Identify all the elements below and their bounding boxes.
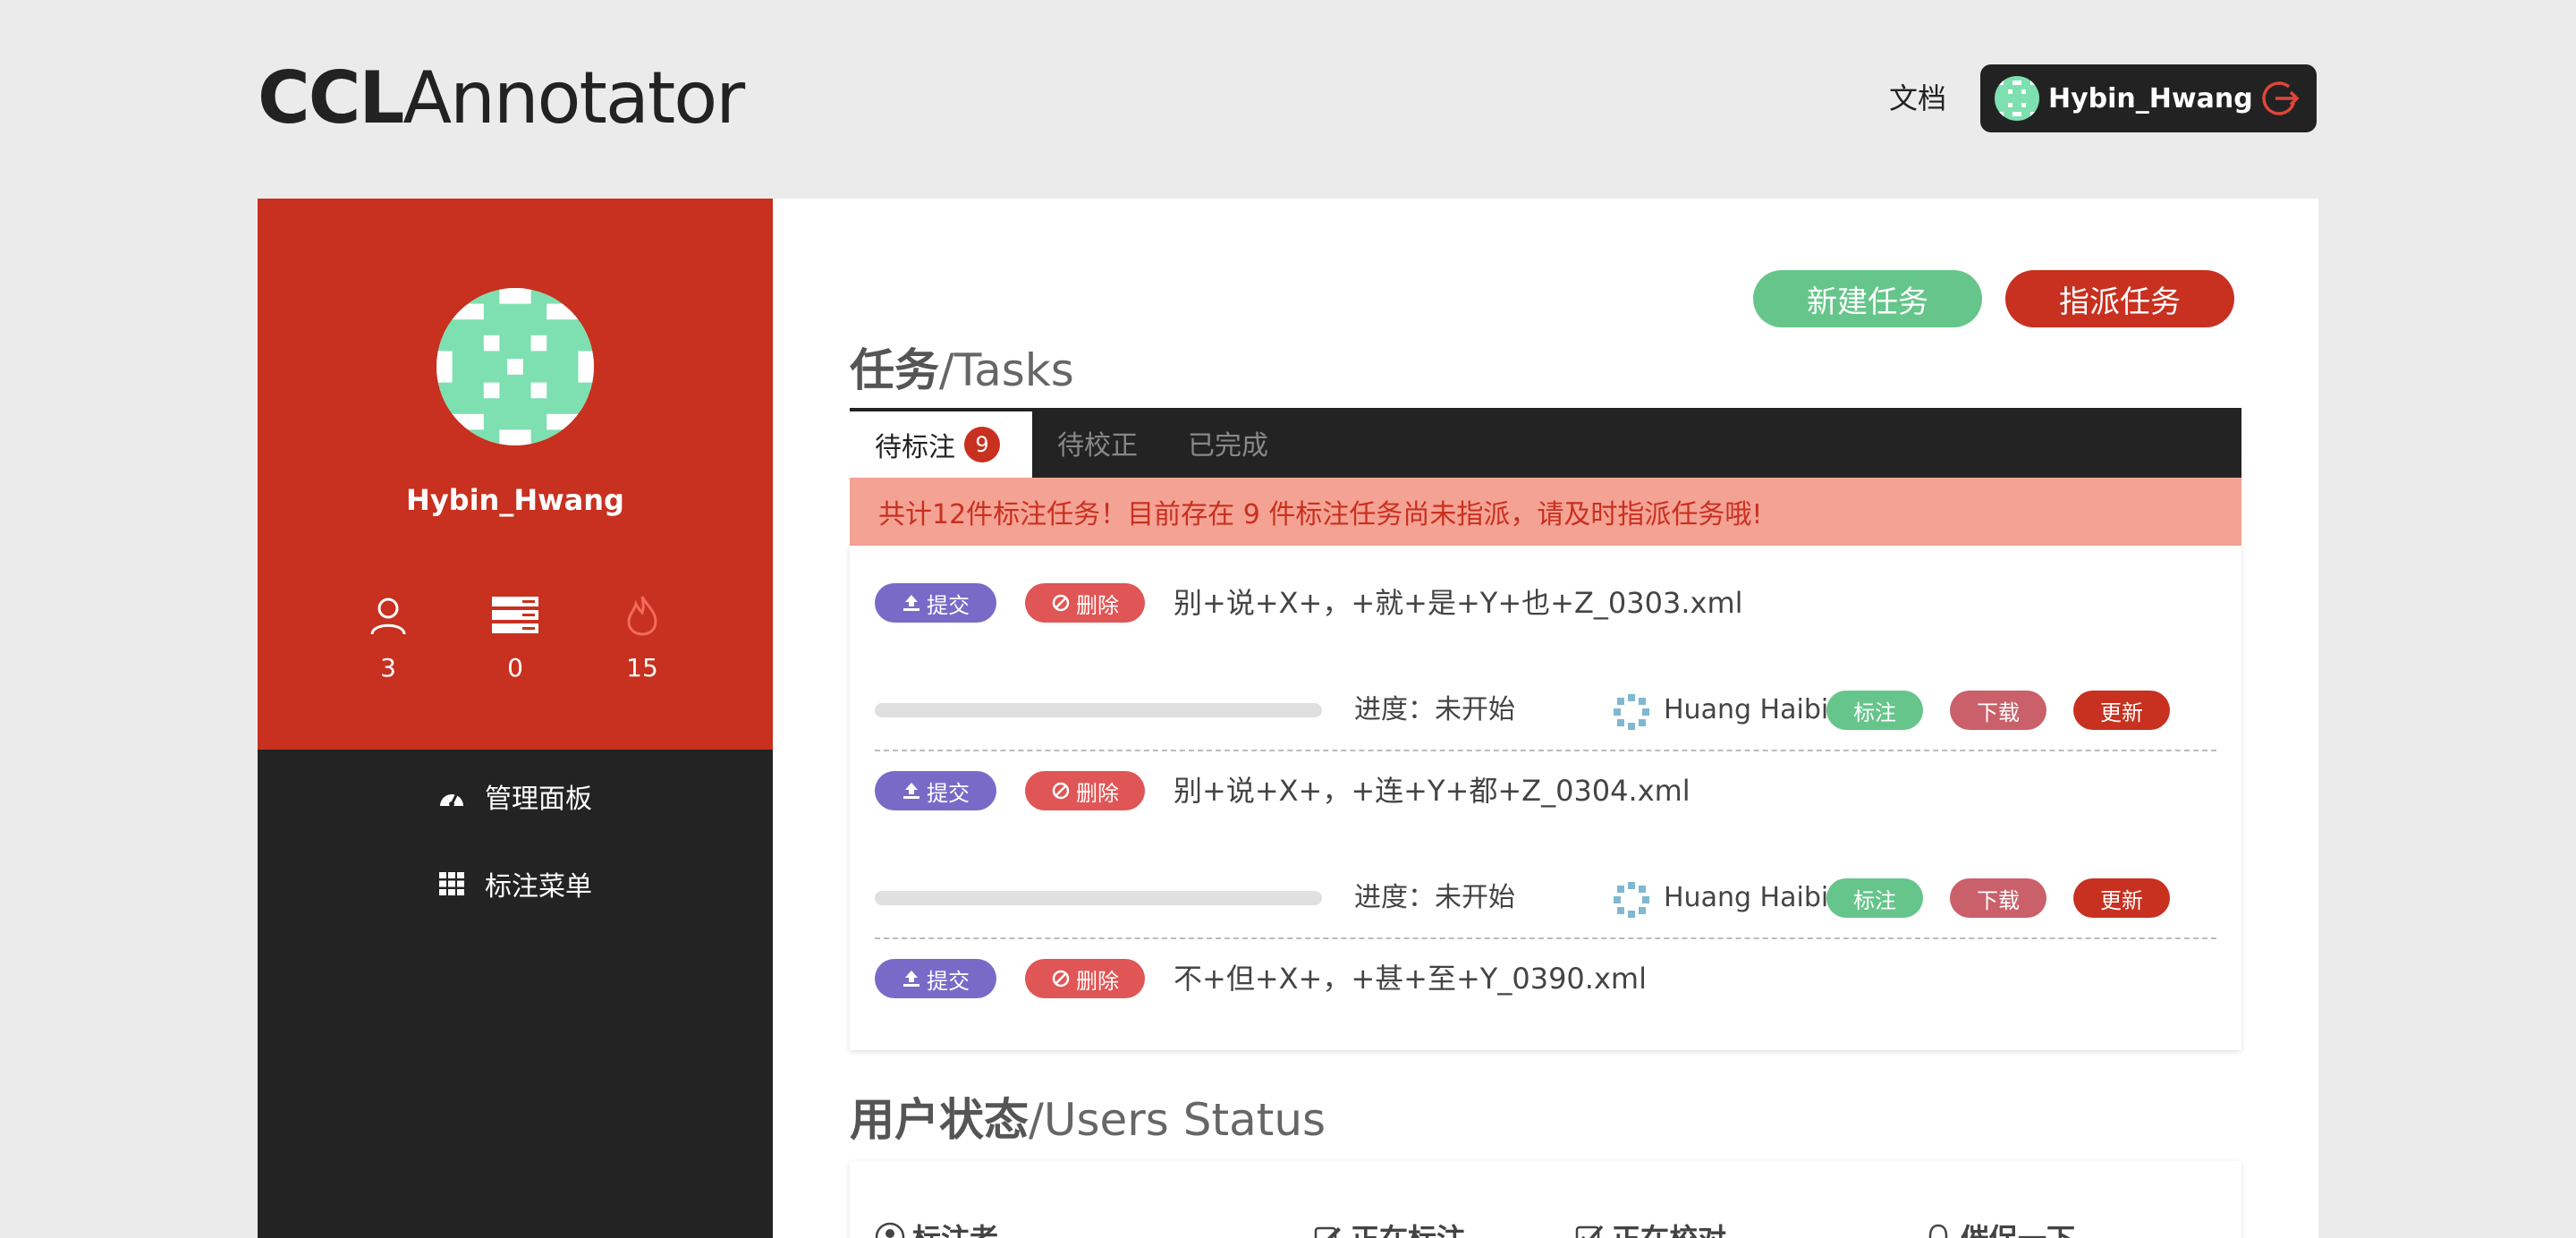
users-title-cn: 用户状态 bbox=[850, 1094, 1029, 1146]
progress-bar bbox=[875, 891, 1322, 905]
bell-icon bbox=[1928, 1224, 1948, 1238]
column-header-remind: 催促一下 bbox=[1923, 1217, 2075, 1238]
docs-link[interactable]: 文档 bbox=[1889, 79, 1946, 118]
task-file-name: 别+说+X+，+就+是+Y+也+Z_0303.xml bbox=[1174, 586, 1743, 620]
upload-icon bbox=[903, 595, 919, 611]
sidebar-item-dashboard[interactable]: 管理面板 bbox=[258, 776, 773, 816]
profile-card: Hybin_Hwang 3 0 15 bbox=[258, 199, 773, 750]
task-file-name: 不+但+X+，+甚+至+Y_0390.xml bbox=[1174, 962, 1647, 996]
app-logo[interactable]: CCLAnnotator bbox=[258, 54, 745, 143]
update-button[interactable]: 更新 bbox=[2073, 878, 2170, 918]
delete-label: 删除 bbox=[1076, 592, 1119, 618]
sidebar-item-label: 管理面板 bbox=[485, 784, 592, 815]
avatar bbox=[436, 288, 594, 445]
tab-label: 待标注 bbox=[875, 432, 955, 463]
progress-status: 进度：未开始 bbox=[1354, 882, 1515, 913]
submit-button[interactable]: 提交 bbox=[875, 959, 996, 998]
stat-value: 0 bbox=[507, 653, 523, 683]
user-name: Hybin_Hwang bbox=[2048, 82, 2253, 114]
column-header-reviewing: 正在校对 bbox=[1574, 1217, 1726, 1238]
tasks-title-cn: 任务 bbox=[850, 344, 939, 396]
dashboard-icon bbox=[438, 783, 465, 810]
column-header-annotator: 标注者 bbox=[875, 1217, 998, 1238]
submit-label: 提交 bbox=[927, 592, 970, 618]
main-panel: 新建任务 指派任务 任务/Tasks 待标注 9 待校正 已完成 共计12件标注… bbox=[773, 199, 2318, 1238]
update-button[interactable]: 更新 bbox=[2073, 691, 2170, 730]
delete-button[interactable]: 删除 bbox=[1025, 583, 1145, 623]
users-status-table: 标注者 正在标注 正在校对 催促一下 bbox=[850, 1161, 2241, 1238]
delete-label: 删除 bbox=[1076, 968, 1119, 994]
annotate-button[interactable]: 标注 bbox=[1826, 878, 1923, 918]
annotate-button[interactable]: 标注 bbox=[1826, 691, 1923, 730]
user-circle-icon bbox=[875, 1222, 905, 1238]
logout-icon[interactable] bbox=[2259, 77, 2302, 120]
submit-label: 提交 bbox=[927, 780, 970, 806]
column-header-label: 标注者 bbox=[912, 1217, 998, 1238]
divider bbox=[875, 750, 2216, 751]
delete-button[interactable]: 删除 bbox=[1025, 771, 1145, 810]
stat-servers: 0 bbox=[462, 590, 569, 683]
download-button[interactable]: 下载 bbox=[1950, 878, 2046, 918]
user-icon bbox=[335, 590, 442, 640]
task-list: 提交 删除 别+说+X+，+就+是+Y+也+Z_0303.xml 进度：未开始 … bbox=[850, 546, 2241, 1050]
assignee-name: Huang Haibin bbox=[1664, 882, 1846, 913]
submit-label: 提交 bbox=[927, 968, 970, 994]
sidebar-item-label: 标注菜单 bbox=[485, 871, 592, 903]
brand-light: Annotator bbox=[402, 56, 745, 140]
delete-label: 删除 bbox=[1076, 780, 1119, 806]
brand-bold: CCL bbox=[258, 56, 404, 140]
grid-icon bbox=[438, 870, 465, 897]
assignee-avatar-icon bbox=[1614, 882, 1649, 918]
user-menu[interactable]: Hybin_Hwang bbox=[1980, 64, 2317, 132]
assignee-avatar-icon bbox=[1614, 694, 1649, 730]
count-badge: 9 bbox=[964, 427, 1000, 462]
task-tabs: 待标注 9 待校正 已完成 bbox=[850, 408, 2241, 478]
progress-status: 进度：未开始 bbox=[1354, 694, 1515, 725]
delete-button[interactable]: 删除 bbox=[1025, 959, 1145, 998]
sidebar-nav: 管理面板 标注菜单 bbox=[258, 750, 773, 1238]
new-task-button[interactable]: 新建任务 bbox=[1753, 270, 1982, 327]
column-header-label: 正在校对 bbox=[1612, 1217, 1726, 1238]
download-button[interactable]: 下载 bbox=[1950, 691, 2046, 730]
ban-icon bbox=[1052, 970, 1070, 988]
fire-icon bbox=[589, 590, 696, 640]
submit-button[interactable]: 提交 bbox=[875, 583, 996, 623]
column-header-label: 正在标注 bbox=[1351, 1217, 1465, 1238]
ban-icon bbox=[1052, 782, 1070, 800]
tasks-title-en: /Tasks bbox=[939, 344, 1074, 396]
stat-activity: 15 bbox=[589, 590, 696, 683]
tab-completed[interactable]: 已完成 bbox=[1163, 408, 1293, 478]
stat-value: 15 bbox=[626, 653, 658, 683]
column-header-label: 催促一下 bbox=[1961, 1217, 2075, 1238]
users-status-title: 用户状态/Users Status bbox=[850, 1084, 1326, 1149]
task-file-name: 别+说+X+，+连+Y+都+Z_0304.xml bbox=[1174, 774, 1690, 808]
stat-value: 3 bbox=[380, 653, 396, 683]
tasks-title: 任务/Tasks bbox=[850, 335, 1074, 399]
progress-bar bbox=[875, 703, 1322, 717]
ban-icon bbox=[1052, 594, 1070, 612]
upload-icon bbox=[903, 971, 919, 987]
column-header-annotating: 正在标注 bbox=[1313, 1217, 1465, 1238]
users-title-en: /Users Status bbox=[1029, 1094, 1326, 1146]
unassigned-alert: 共计12件标注任务！目前存在 9 件标注任务尚未指派，请及时指派任务哦! bbox=[850, 478, 2241, 546]
check-square-icon bbox=[1575, 1225, 1604, 1238]
assign-task-button[interactable]: 指派任务 bbox=[2005, 270, 2234, 327]
profile-name: Hybin_Hwang bbox=[406, 483, 624, 517]
assignee-name: Huang Haibin bbox=[1664, 694, 1846, 725]
tab-pending-review[interactable]: 待校正 bbox=[1032, 408, 1163, 478]
stat-users: 3 bbox=[335, 590, 442, 683]
tab-pending-annotation[interactable]: 待标注 9 bbox=[850, 408, 1032, 478]
edit-icon bbox=[1314, 1226, 1341, 1238]
server-icon bbox=[462, 590, 569, 640]
submit-button[interactable]: 提交 bbox=[875, 771, 996, 810]
upload-icon bbox=[903, 783, 919, 799]
avatar bbox=[1995, 76, 2039, 121]
sidebar-item-annotation-menu[interactable]: 标注菜单 bbox=[258, 864, 773, 903]
divider bbox=[875, 937, 2216, 939]
